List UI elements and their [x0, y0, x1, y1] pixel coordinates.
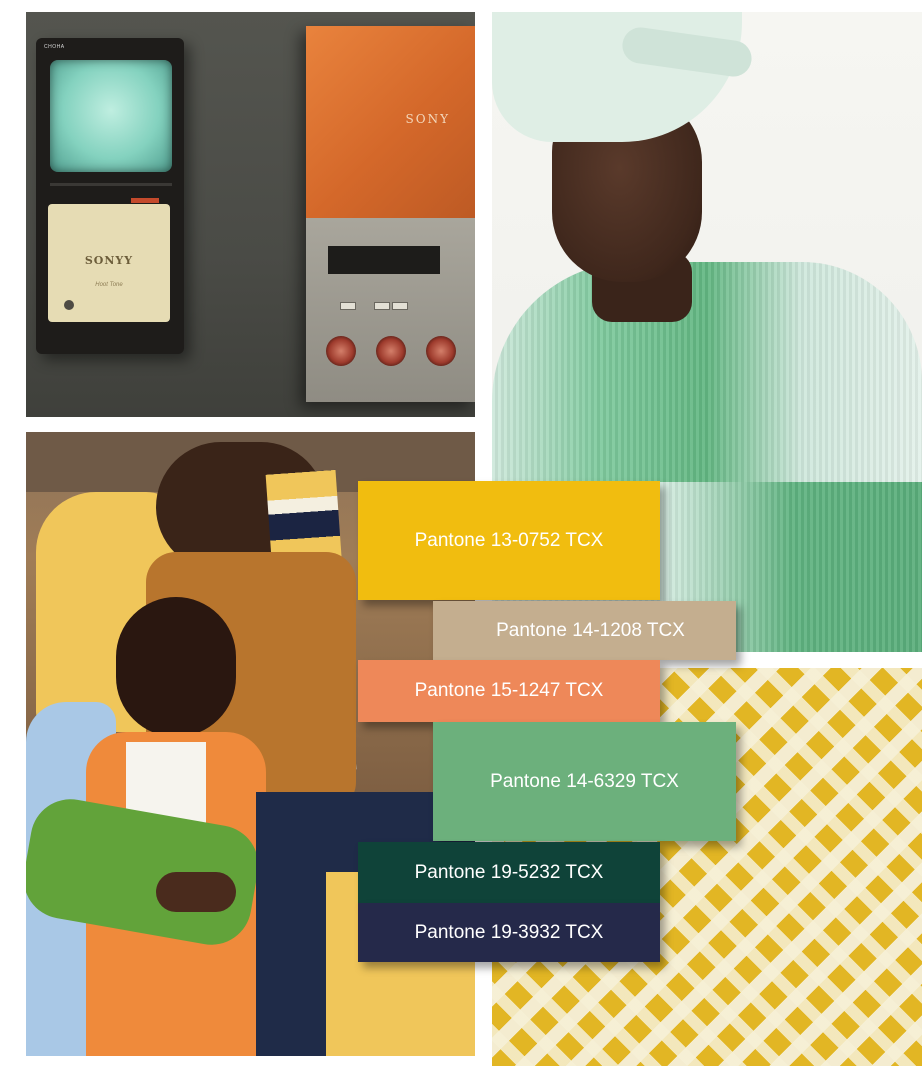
swatch-label: Pantone 14-1208 TCX — [496, 619, 685, 641]
orange-cd-player-device: SONY — [306, 26, 475, 402]
pantone-swatch-green: Pantone 14-6329 TCX — [433, 722, 736, 841]
swatch-label: Pantone 19-5232 TCX — [414, 861, 604, 883]
device-screen — [50, 60, 172, 172]
player-display — [328, 246, 440, 274]
player-small-button — [374, 302, 390, 310]
swatch-label: Pantone 14-6329 TCX — [490, 770, 679, 792]
player-control-panel — [306, 218, 475, 402]
orange-lid: SONY — [306, 26, 475, 218]
device-indicator — [131, 198, 159, 203]
player-knob — [326, 336, 356, 366]
swatch-label: Pantone 19-3932 TCX — [414, 921, 604, 943]
player-knob — [426, 336, 456, 366]
device-tiny-label: CHOHA — [44, 44, 65, 50]
mint-cap — [492, 12, 742, 142]
device-script-label: Hoot Tone — [95, 282, 123, 288]
pantone-swatch-dark-green: Pantone 19-5232 TCX — [358, 842, 660, 903]
player-small-button — [340, 302, 356, 310]
pantone-swatch-beige: Pantone 14-1208 TCX — [433, 601, 736, 660]
pantone-swatch-yellow: Pantone 13-0752 TCX — [358, 481, 660, 600]
device-speaker-dot — [64, 300, 74, 310]
swatch-label: Pantone 15-1247 TCX — [414, 680, 604, 701]
pantone-swatch-orange: Pantone 15-1247 TCX — [358, 660, 660, 722]
pantone-swatch-navy: Pantone 19-3932 TCX — [358, 903, 660, 962]
player-brand-logo: SONY — [405, 112, 450, 126]
device-brand-logo: SONYY — [84, 254, 134, 267]
sony-devices-photo: CHOHA SONYY Hoot Tone SONY — [26, 12, 475, 417]
player-small-button — [392, 302, 408, 310]
hand — [156, 872, 236, 912]
player-knob — [376, 336, 406, 366]
smiling-woman-head — [116, 597, 236, 737]
swatch-label: Pantone 13-0752 TCX — [414, 529, 604, 551]
device-cover-plate: SONYY Hoot Tone — [48, 204, 170, 322]
handheld-tv-device: CHOHA SONYY Hoot Tone — [36, 38, 184, 354]
